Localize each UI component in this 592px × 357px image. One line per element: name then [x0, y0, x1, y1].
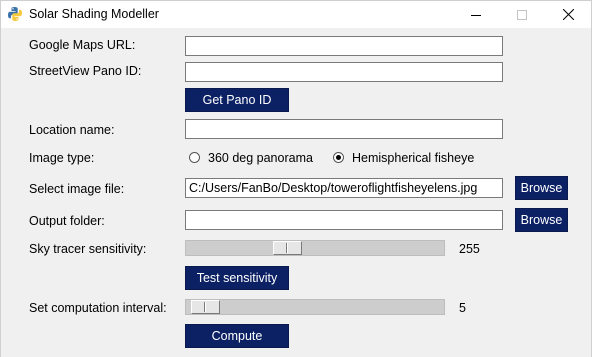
app-window: Solar Shading Modeller Google Maps URL: …	[0, 0, 592, 357]
location-name-input[interactable]	[185, 119, 503, 139]
get-pano-id-button[interactable]: Get Pano ID	[185, 88, 289, 112]
panorama-radio-label[interactable]: 360 deg panorama	[208, 151, 313, 165]
output-folder-input[interactable]	[185, 210, 503, 230]
location-name-label: Location name:	[29, 123, 115, 137]
browse-folder-button[interactable]: Browse	[515, 208, 568, 232]
fisheye-radio[interactable]	[333, 152, 344, 163]
fisheye-radio-label[interactable]: Hemispherical fisheye	[352, 151, 474, 165]
image-type-label: Image type:	[29, 151, 95, 165]
streetview-pano-id-label: StreetView Pano ID:	[29, 64, 142, 78]
sky-tracer-sensitivity-value: 255	[459, 242, 480, 256]
maximize-icon	[517, 9, 527, 20]
google-maps-url-input[interactable]	[185, 36, 503, 56]
form-area: Google Maps URL: StreetView Pano ID: Get…	[1, 28, 591, 357]
compute-button[interactable]: Compute	[185, 324, 289, 348]
computation-interval-value: 5	[459, 301, 466, 315]
output-folder-label: Output folder:	[29, 214, 105, 228]
test-sensitivity-button[interactable]: Test sensitivity	[185, 266, 289, 290]
panorama-radio[interactable]	[189, 152, 200, 163]
computation-interval-slider[interactable]	[185, 299, 445, 315]
window-title: Solar Shading Modeller	[29, 7, 159, 21]
python-icon	[8, 7, 22, 21]
title-bar: Solar Shading Modeller	[1, 1, 591, 28]
sky-tracer-sensitivity-label: Sky tracer sensitivity:	[29, 242, 147, 256]
sky-tracer-slider-handle[interactable]	[273, 241, 302, 255]
streetview-pano-id-input[interactable]	[185, 62, 503, 82]
close-icon	[562, 9, 574, 20]
minimize-icon	[471, 14, 481, 16]
google-maps-url-label: Google Maps URL:	[29, 38, 136, 52]
image-file-input[interactable]	[185, 178, 503, 198]
close-button[interactable]	[545, 1, 591, 28]
sky-tracer-sensitivity-slider[interactable]	[185, 240, 445, 256]
image-file-label: Select image file:	[29, 182, 125, 196]
maximize-button[interactable]	[499, 1, 545, 28]
minimize-button[interactable]	[453, 1, 499, 28]
computation-interval-slider-handle[interactable]	[191, 300, 220, 314]
computation-interval-label: Set computation interval:	[29, 301, 167, 315]
browse-image-button[interactable]: Browse	[515, 176, 568, 200]
